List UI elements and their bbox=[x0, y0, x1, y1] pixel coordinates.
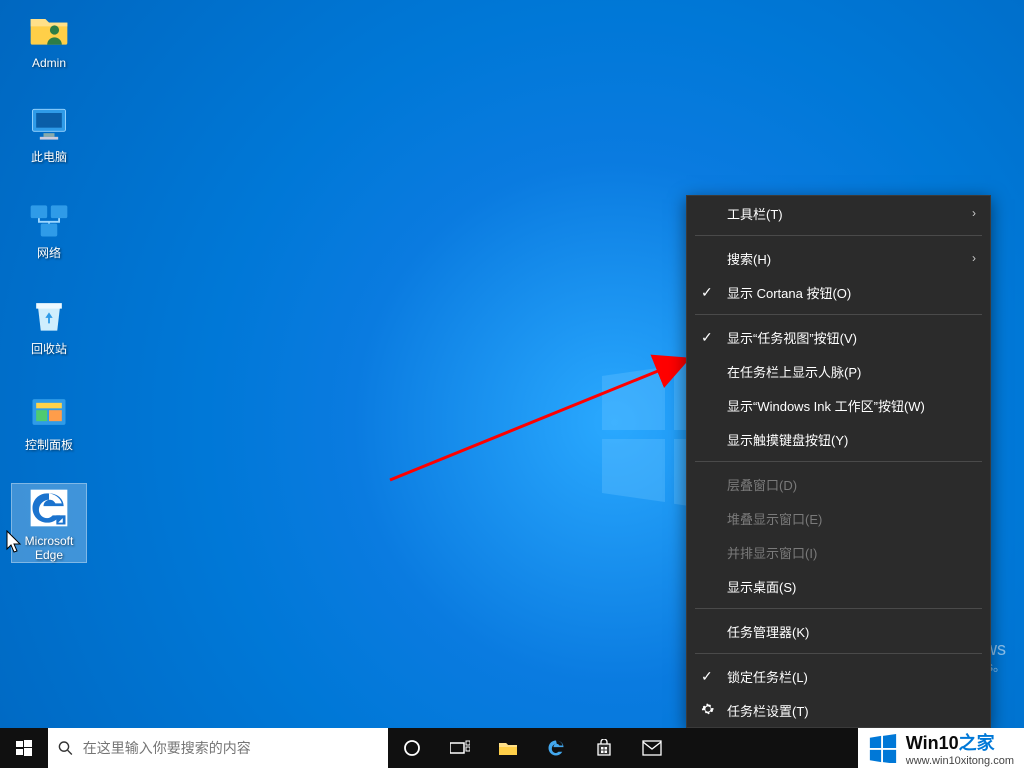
chevron-right-icon: › bbox=[972, 251, 976, 265]
menu-separator bbox=[695, 461, 982, 462]
context-menu-item[interactable]: ✓ 锁定任务栏(L) bbox=[687, 659, 990, 693]
user-folder-icon bbox=[25, 6, 73, 54]
recycle-bin-icon bbox=[25, 292, 73, 340]
context-menu-item[interactable]: ✓ 显示 Cortana 按钮(O) bbox=[687, 275, 990, 309]
context-menu-item-label: 显示触摸键盘按钮(Y) bbox=[727, 430, 848, 449]
desktop-icon-edge[interactable]: Microsoft Edge bbox=[12, 484, 86, 562]
check-icon: ✓ bbox=[701, 668, 713, 685]
context-menu-item-label: 锁定任务栏(L) bbox=[727, 667, 808, 686]
context-menu-item[interactable]: 任务栏设置(T) bbox=[687, 693, 990, 727]
desktop-icon-network[interactable]: 网络 bbox=[12, 196, 86, 260]
context-menu-item: 并排显示窗口(I) bbox=[687, 535, 990, 569]
desktop-icon-control-panel[interactable]: 控制面板 bbox=[12, 388, 86, 452]
context-menu-item-label: 并排显示窗口(I) bbox=[727, 543, 817, 562]
context-menu-item-label: 层叠窗口(D) bbox=[727, 475, 797, 494]
search-icon bbox=[58, 740, 73, 756]
desktop-icon-label: Admin bbox=[32, 56, 66, 70]
taskbar-mail[interactable] bbox=[628, 728, 676, 768]
context-menu-item[interactable]: 显示桌面(S) bbox=[687, 569, 990, 603]
context-menu-item-label: 任务栏设置(T) bbox=[727, 701, 809, 720]
desktop-icon-this-pc[interactable]: 此电脑 bbox=[12, 100, 86, 164]
cortana-button[interactable] bbox=[388, 728, 436, 768]
menu-separator bbox=[695, 235, 982, 236]
context-menu-item[interactable]: 工具栏(T) › bbox=[687, 196, 990, 230]
task-view-button[interactable] bbox=[436, 728, 484, 768]
start-button[interactable] bbox=[0, 728, 48, 768]
context-menu-item[interactable]: 显示“Windows Ink 工作区”按钮(W) bbox=[687, 388, 990, 422]
desktop-icon-recycle-bin[interactable]: 回收站 bbox=[12, 292, 86, 356]
context-menu-item-label: 显示 Cortana 按钮(O) bbox=[727, 283, 851, 302]
check-icon: ✓ bbox=[701, 329, 713, 346]
taskbar-context-menu: 工具栏(T) › 搜索(H) › ✓ 显示 Cortana 按钮(O) ✓ 显示“任务视图”按… bbox=[686, 195, 991, 728]
check-icon: ✓ bbox=[701, 284, 713, 301]
context-menu-item-label: 任务管理器(K) bbox=[727, 622, 809, 641]
edge-icon bbox=[25, 484, 73, 532]
context-menu-item-label: 显示“任务视图”按钮(V) bbox=[727, 328, 857, 347]
context-menu-item-label: 搜索(H) bbox=[727, 249, 771, 268]
menu-separator bbox=[695, 314, 982, 315]
taskbar-file-explorer[interactable] bbox=[484, 728, 532, 768]
taskbar-search-box[interactable] bbox=[48, 728, 388, 768]
windows-logo-icon bbox=[868, 733, 898, 763]
desktop-icon-admin[interactable]: Admin bbox=[12, 6, 86, 70]
context-menu-item[interactable]: ✓ 显示“任务视图”按钮(V) bbox=[687, 320, 990, 354]
context-menu-item: 堆叠显示窗口(E) bbox=[687, 501, 990, 535]
chevron-right-icon: › bbox=[972, 206, 976, 220]
context-menu-item[interactable]: 在任务栏上显示人脉(P) bbox=[687, 354, 990, 388]
taskbar-store[interactable] bbox=[580, 728, 628, 768]
context-menu-item: 层叠窗口(D) bbox=[687, 467, 990, 501]
taskbar-edge[interactable] bbox=[532, 728, 580, 768]
menu-separator bbox=[695, 608, 982, 609]
desktop-icon-label: 网络 bbox=[37, 246, 61, 260]
desktop-icon-label: 回收站 bbox=[31, 342, 67, 356]
context-menu-item-label: 显示桌面(S) bbox=[727, 577, 796, 596]
context-menu-item[interactable]: 任务管理器(K) bbox=[687, 614, 990, 648]
context-menu-item-label: 堆叠显示窗口(E) bbox=[727, 509, 822, 528]
context-menu-item-label: 在任务栏上显示人脉(P) bbox=[727, 362, 861, 381]
context-menu-item[interactable]: 搜索(H) › bbox=[687, 241, 990, 275]
search-input[interactable] bbox=[83, 740, 378, 756]
desktop-icon-label: Microsoft Edge bbox=[12, 534, 86, 562]
context-menu-item-label: 工具栏(T) bbox=[727, 204, 783, 223]
control-panel-icon bbox=[25, 388, 73, 436]
network-icon bbox=[25, 196, 73, 244]
this-pc-icon bbox=[25, 100, 73, 148]
desktop-icon-label: 此电脑 bbox=[31, 150, 67, 164]
menu-separator bbox=[695, 653, 982, 654]
context-menu-item[interactable]: 显示触摸键盘按钮(Y) bbox=[687, 422, 990, 456]
site-watermark: Win10之家 www.win10xitong.com bbox=[858, 728, 1024, 768]
context-menu-item-label: 显示“Windows Ink 工作区”按钮(W) bbox=[727, 396, 925, 415]
desktop-icon-label: 控制面板 bbox=[25, 438, 73, 452]
gear-icon bbox=[701, 702, 715, 719]
